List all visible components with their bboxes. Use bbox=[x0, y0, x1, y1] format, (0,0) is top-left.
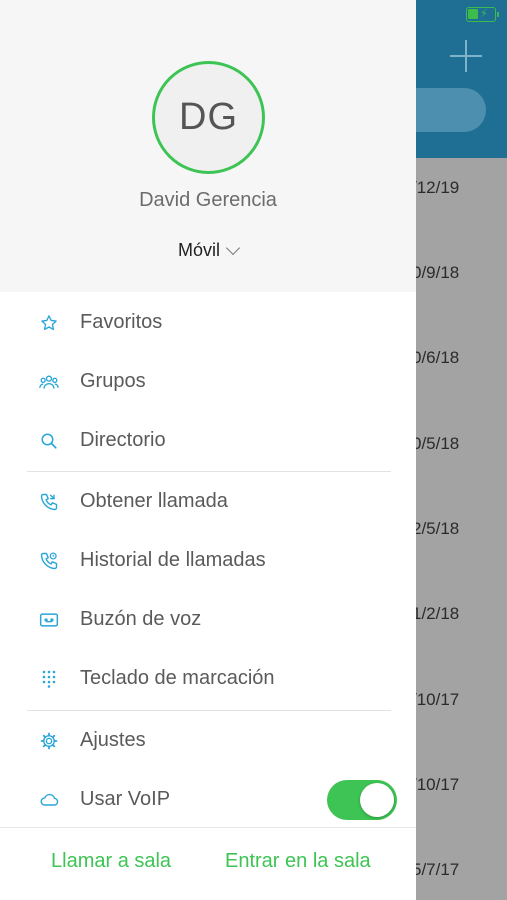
avatar-initials: DG bbox=[179, 96, 238, 138]
menu-item-label: Obtener llamada bbox=[80, 490, 228, 512]
menu-item-groups[interactable]: Grupos bbox=[0, 352, 416, 411]
menu-item-favorites[interactable]: Favoritos bbox=[0, 293, 416, 352]
join-room-button[interactable]: Entrar en la sala bbox=[225, 850, 371, 873]
call-history-icon bbox=[39, 551, 59, 571]
menu-item-call-pickup[interactable]: Obtener llamada bbox=[0, 472, 416, 531]
search-icon bbox=[39, 431, 59, 451]
menu-item-dialpad[interactable]: Teclado de marcación bbox=[0, 649, 416, 708]
gear-icon bbox=[39, 731, 59, 751]
menu-item-label: Historial de llamadas bbox=[80, 549, 266, 571]
menu-item-label: Grupos bbox=[80, 370, 146, 392]
toggle-knob bbox=[360, 783, 394, 817]
menu-item-label: Teclado de marcación bbox=[80, 667, 275, 689]
voip-toggle[interactable] bbox=[327, 780, 397, 820]
list-item-date: 0/5/18 bbox=[412, 434, 460, 453]
menu-item-settings[interactable]: Ajustes bbox=[0, 711, 416, 770]
navigation-drawer: DG David Gerencia Móvil Favoritos Grupos… bbox=[0, 0, 416, 900]
call-room-button[interactable]: Llamar a sala bbox=[51, 850, 171, 873]
star-icon bbox=[39, 313, 59, 333]
cloud-icon bbox=[39, 790, 59, 810]
profile-header: DG David Gerencia Móvil bbox=[0, 0, 416, 292]
list-item-date: /10/17 bbox=[412, 775, 460, 794]
menu-item-voicemail[interactable]: Buzón de voz bbox=[0, 590, 416, 649]
menu-item-label: Directorio bbox=[80, 429, 166, 451]
list-item-date: /12/19 bbox=[412, 178, 460, 197]
device-label: Móvil bbox=[177, 240, 220, 260]
menu-item-call-history[interactable]: Historial de llamadas bbox=[0, 531, 416, 590]
list-item-date: 0/6/18 bbox=[412, 348, 460, 367]
dialpad-icon bbox=[39, 669, 59, 689]
call-pickup-icon bbox=[39, 492, 59, 512]
menu-item-label: Usar VoIP bbox=[80, 788, 171, 810]
list-item-date: 5/7/17 bbox=[412, 860, 460, 879]
menu-item-label: Ajustes bbox=[80, 729, 146, 751]
drawer-footer: Llamar a sala Entrar en la sala bbox=[0, 827, 416, 900]
chevron-down-icon bbox=[225, 240, 241, 256]
list-item-date: 1/2/18 bbox=[412, 604, 460, 623]
add-icon[interactable] bbox=[448, 38, 484, 74]
device-selector[interactable]: Móvil bbox=[0, 240, 416, 261]
avatar[interactable]: DG bbox=[152, 61, 265, 174]
menu-item-label: Buzón de voz bbox=[80, 608, 202, 630]
groups-icon bbox=[39, 372, 59, 392]
list-item-date: 2/5/18 bbox=[412, 519, 460, 538]
battery-icon: ⚡ bbox=[466, 7, 499, 22]
list-item-date: /10/17 bbox=[412, 690, 460, 709]
voicemail-icon bbox=[39, 610, 59, 630]
list-item-date: 0/9/18 bbox=[412, 263, 460, 282]
menu-item-directory[interactable]: Directorio bbox=[0, 411, 416, 470]
menu-item-label: Favoritos bbox=[80, 311, 163, 333]
user-name: David Gerencia bbox=[139, 189, 277, 211]
